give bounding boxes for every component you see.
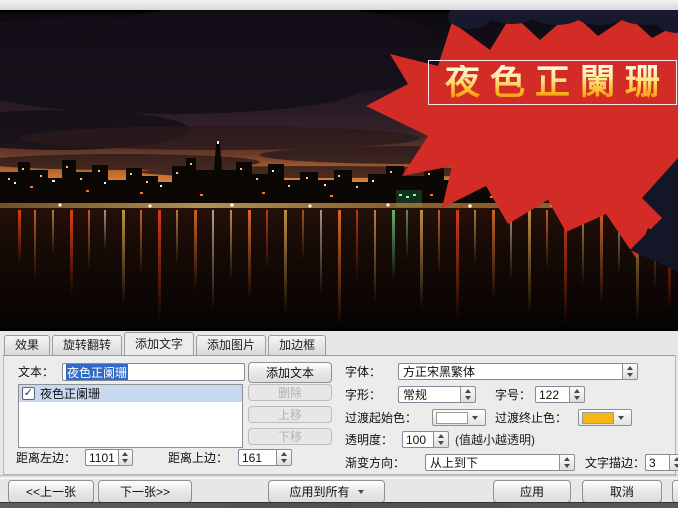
spinner-up-icon[interactable]: [570, 387, 584, 395]
gradient-start-label: 过渡起始色：: [345, 411, 418, 425]
list-item[interactable]: ✓ 夜色正阑珊: [19, 385, 242, 402]
opacity-label: 透明度：: [345, 433, 394, 447]
opacity-spinner[interactable]: 100: [402, 431, 449, 448]
font-style-combo[interactable]: 常规: [398, 386, 476, 403]
spinner-up-icon[interactable]: [119, 450, 132, 458]
window-bottom-strip: [0, 502, 678, 508]
spinner-down-icon[interactable]: [119, 458, 132, 466]
distance-top-spinner[interactable]: 161: [238, 449, 292, 466]
tab-add-border[interactable]: 加边框: [268, 335, 327, 355]
spinner-down-icon[interactable]: [434, 440, 448, 448]
combo-arrows-icon[interactable]: [460, 386, 476, 403]
spinner-down-icon[interactable]: [670, 463, 678, 471]
gradient-direction-label: 渐变方向：: [345, 456, 406, 470]
dropdown-arrow-icon: [472, 415, 478, 420]
spinner-up-icon[interactable]: [277, 450, 291, 458]
previous-image-button[interactable]: <<上一张: [8, 480, 94, 503]
text-stroke-spinner[interactable]: 3: [645, 454, 678, 471]
footer-divider: [0, 475, 678, 479]
text-label: 文本：: [18, 365, 55, 379]
delete-button[interactable]: 删除: [248, 384, 332, 401]
color-swatch: [582, 411, 614, 424]
spinner-up-icon[interactable]: [670, 455, 678, 463]
cancel-button[interactable]: 取消: [582, 480, 662, 503]
font-family-combo[interactable]: 方正宋黑繁体: [398, 363, 638, 380]
move-up-button[interactable]: 上移: [248, 406, 332, 423]
tab-add-image[interactable]: 添加图片: [196, 335, 267, 355]
tab-bar: 效果 旋转翻转 添加文字 添加图片 加边框: [4, 332, 328, 355]
apply-to-all-button[interactable]: 应用到所有: [268, 480, 385, 503]
combo-arrows-icon[interactable]: [622, 363, 638, 380]
tab-rotate-flip[interactable]: 旋转翻转: [52, 335, 123, 355]
font-label: 字体：: [345, 365, 382, 379]
gradient-direction-combo[interactable]: 从上到下: [425, 454, 575, 471]
overlay-text-selection-box[interactable]: 夜色正闌珊: [428, 60, 677, 105]
spinner-up-icon[interactable]: [434, 432, 448, 440]
spinner-down-icon[interactable]: [570, 395, 584, 403]
tab-effects[interactable]: 效果: [4, 335, 51, 355]
text-layers-list[interactable]: ✓ 夜色正阑珊: [18, 384, 243, 448]
text-stroke-label: 文字描边：: [585, 456, 646, 470]
move-down-button[interactable]: 下移: [248, 428, 332, 445]
add-text-button[interactable]: 添加文本: [248, 362, 332, 383]
spinner-down-icon[interactable]: [277, 458, 291, 466]
dropdown-arrow-icon: [357, 489, 364, 494]
distance-left-label: 距离左边：: [16, 451, 77, 465]
tab-divider: [3, 355, 675, 356]
image-preview: 夜色正闌珊: [0, 10, 678, 331]
list-item-label: 夜色正阑珊: [40, 387, 101, 401]
tab-add-text[interactable]: 添加文字: [124, 332, 195, 355]
combo-arrows-icon[interactable]: [559, 454, 575, 471]
font-style-label: 字形：: [345, 388, 382, 402]
text-input[interactable]: 夜色正阑珊: [62, 363, 245, 381]
partial-button[interactable]: [672, 480, 678, 503]
next-image-button[interactable]: 下一张>>: [98, 480, 192, 503]
distance-top-label: 距离上边：: [168, 451, 229, 465]
app-window: 夜色正闌珊 效果 旋转翻转 添加文字 添加图片 加边框 文本： 夜色正阑珊 添加…: [0, 0, 678, 508]
apply-button[interactable]: 应用: [493, 480, 571, 503]
color-swatch: [436, 411, 468, 424]
gradient-end-label: 过渡终止色：: [495, 411, 568, 425]
gradient-start-color-picker[interactable]: [432, 409, 486, 426]
font-size-label: 字号：: [495, 388, 532, 402]
distance-left-spinner[interactable]: 1101: [85, 449, 133, 466]
opacity-hint: (值越小越透明): [455, 433, 535, 447]
font-size-spinner[interactable]: 122: [535, 386, 585, 403]
overlay-text[interactable]: 夜色正闌珊: [435, 65, 670, 100]
gradient-end-color-picker[interactable]: [578, 409, 632, 426]
checkbox-checked-icon[interactable]: ✓: [22, 387, 35, 400]
dropdown-arrow-icon: [618, 415, 624, 420]
text-input-value: 夜色正阑珊: [66, 364, 129, 380]
night-city-photo: [0, 10, 678, 331]
